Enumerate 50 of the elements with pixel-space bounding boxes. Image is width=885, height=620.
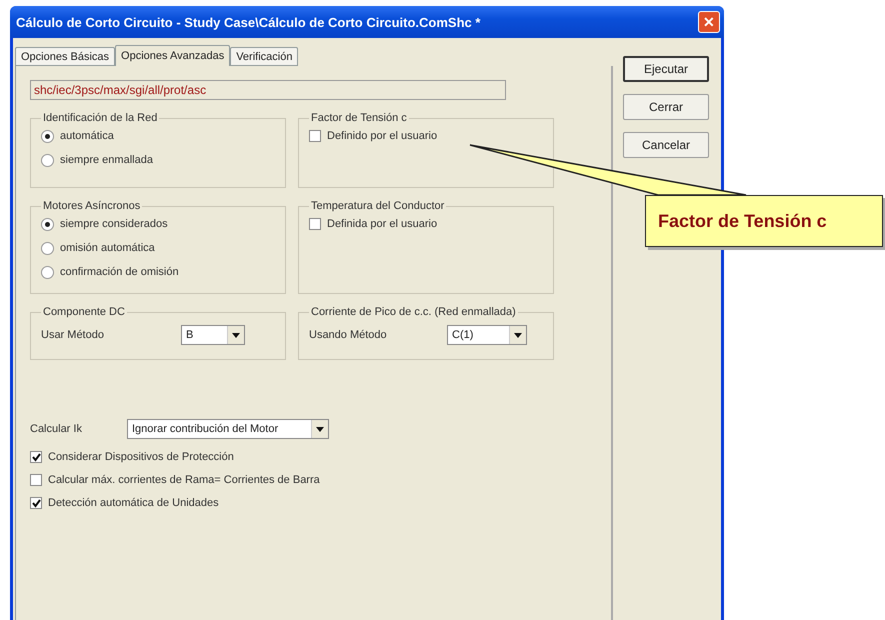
tab[interactable]: Verificación — [230, 47, 298, 66]
option-label: confirmación de omisión — [60, 266, 179, 278]
option-label: siempre considerados — [60, 218, 168, 230]
dialog-button[interactable]: Cerrar — [623, 94, 709, 120]
dialog-button[interactable]: Ejecutar — [623, 56, 709, 82]
checkbox-label: Detección automática de Unidades — [48, 497, 219, 509]
radio-option[interactable]: automática — [41, 126, 275, 146]
close-button[interactable]: ✕ — [698, 11, 720, 33]
option-label: automática — [60, 130, 114, 142]
option-label: omisión automática — [60, 242, 155, 254]
radio-option[interactable]: omisión automática — [41, 238, 275, 258]
callout-text: Factor de Tensión c — [658, 210, 827, 232]
group-title: Motores Asíncronos — [42, 200, 142, 212]
radio-button[interactable] — [41, 218, 54, 230]
radio-button[interactable] — [41, 154, 54, 166]
group-title: Temperatura del Conductor — [310, 200, 446, 212]
group-title: Componente DC — [42, 306, 126, 318]
checkbox-label: Calcular máx. corrientes de Rama= Corrientes de Barra — [48, 474, 320, 486]
checkbox[interactable] — [309, 218, 321, 230]
radio-option[interactable]: confirmación de omisión — [41, 262, 275, 282]
checkbox-label: Considerar Dispositivos de Protección — [48, 451, 234, 463]
dropdown[interactable]: B — [181, 325, 245, 345]
radio-option[interactable]: siempre considerados — [41, 214, 275, 234]
tab[interactable]: Opciones Avanzadas — [115, 45, 230, 66]
checkbox-label: Definido por el usuario — [327, 130, 438, 142]
dropdown-arrow-icon — [316, 426, 324, 432]
radio-button[interactable] — [41, 130, 54, 142]
select-label: Usar Método — [41, 329, 105, 341]
checkbox[interactable] — [30, 474, 42, 486]
checkbox-label: Definida por el usuario — [327, 218, 438, 230]
dropdown-arrow-icon — [232, 332, 240, 338]
select-label: Usando Método — [309, 329, 388, 341]
radio-button[interactable] — [41, 266, 54, 278]
radio-button[interactable] — [41, 242, 54, 254]
dropdown[interactable]: C(1) — [447, 325, 527, 345]
tab[interactable]: Opciones Básicas — [15, 47, 116, 66]
checkbox[interactable] — [30, 451, 42, 463]
path-field[interactable]: shc/iec/3psc/max/sgi/all/prot/asc — [30, 80, 506, 100]
window-title: Cálculo de Corto Circuito - Study Case\Cálculo de Corto Circuito.ComShc * — [16, 14, 480, 30]
group-title: Identificación de la Red — [42, 112, 158, 124]
dialog-button[interactable]: Cancelar — [623, 132, 709, 158]
dropdown-arrow-icon — [514, 332, 522, 338]
group-title: Corriente de Pico de c.c. (Red enmallada) — [310, 306, 517, 318]
checkbox[interactable] — [309, 130, 321, 142]
option-label: siempre enmallada — [60, 154, 153, 166]
radio-option[interactable]: siempre enmallada — [41, 150, 275, 170]
checkbox[interactable] — [30, 497, 42, 509]
select-label: Calcular Ik — [30, 423, 83, 435]
group-title: Factor de Tensión c — [310, 112, 408, 124]
dropdown[interactable]: Ignorar contribución del Motor — [127, 419, 329, 439]
